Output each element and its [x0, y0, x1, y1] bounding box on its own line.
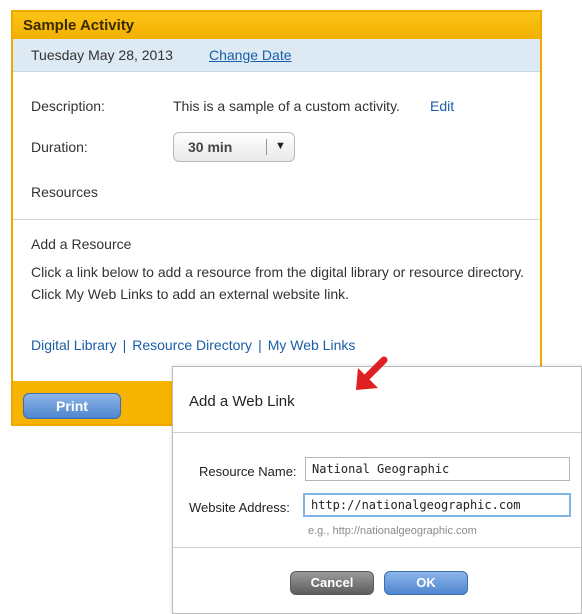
link-separator: |	[122, 337, 127, 353]
panel-content: Tuesday May 28, 2013 Change Date Descrip…	[13, 39, 540, 381]
panel-title: Sample Activity	[23, 17, 135, 34]
website-hint: e.g., http://nationalgeographic.com	[308, 525, 477, 537]
add-resource-title: Add a Resource	[31, 236, 132, 252]
dialog-title: Add a Web Link	[189, 393, 295, 410]
duration-value: 30 min	[188, 139, 233, 155]
activity-panel: Sample Activity Tuesday May 28, 2013 Cha…	[11, 10, 542, 426]
select-divider	[266, 139, 267, 155]
ok-button[interactable]: OK	[384, 571, 468, 595]
digital-library-link[interactable]: Digital Library	[31, 337, 117, 353]
section-divider	[13, 219, 540, 220]
duration-select[interactable]: 30 min ▼	[173, 132, 295, 162]
panel-title-bar: Sample Activity	[13, 12, 540, 39]
resource-name-input[interactable]	[305, 457, 570, 481]
dialog-divider	[173, 432, 581, 433]
description-label: Description:	[31, 98, 105, 114]
resources-label: Resources	[31, 184, 98, 200]
description-text: This is a sample of a custom activity.	[173, 98, 400, 114]
resource-name-label: Resource Name:	[199, 464, 297, 479]
cancel-button[interactable]: Cancel	[290, 571, 374, 595]
change-date-link[interactable]: Change Date	[209, 47, 292, 63]
website-address-input[interactable]	[303, 493, 571, 517]
date-row: Tuesday May 28, 2013 Change Date	[13, 39, 540, 72]
duration-label: Duration:	[31, 139, 88, 155]
add-web-link-dialog: Add a Web Link Resource Name: Website Ad…	[172, 366, 582, 614]
dialog-footer-divider	[173, 547, 581, 548]
red-arrow-icon	[356, 356, 388, 390]
add-resource-help: Click a link below to add a resource fro…	[31, 264, 525, 302]
edit-description-link[interactable]: Edit	[430, 98, 454, 114]
my-web-links-link[interactable]: My Web Links	[268, 337, 356, 353]
resource-directory-link[interactable]: Resource Directory	[132, 337, 252, 353]
chevron-down-icon: ▼	[275, 140, 286, 152]
website-address-label: Website Address:	[189, 500, 290, 515]
print-button[interactable]: Print	[23, 393, 121, 419]
resource-links: Digital Library | Resource Directory | My We…	[31, 337, 355, 353]
link-separator: |	[258, 337, 262, 353]
activity-date: Tuesday May 28, 2013	[31, 47, 173, 63]
